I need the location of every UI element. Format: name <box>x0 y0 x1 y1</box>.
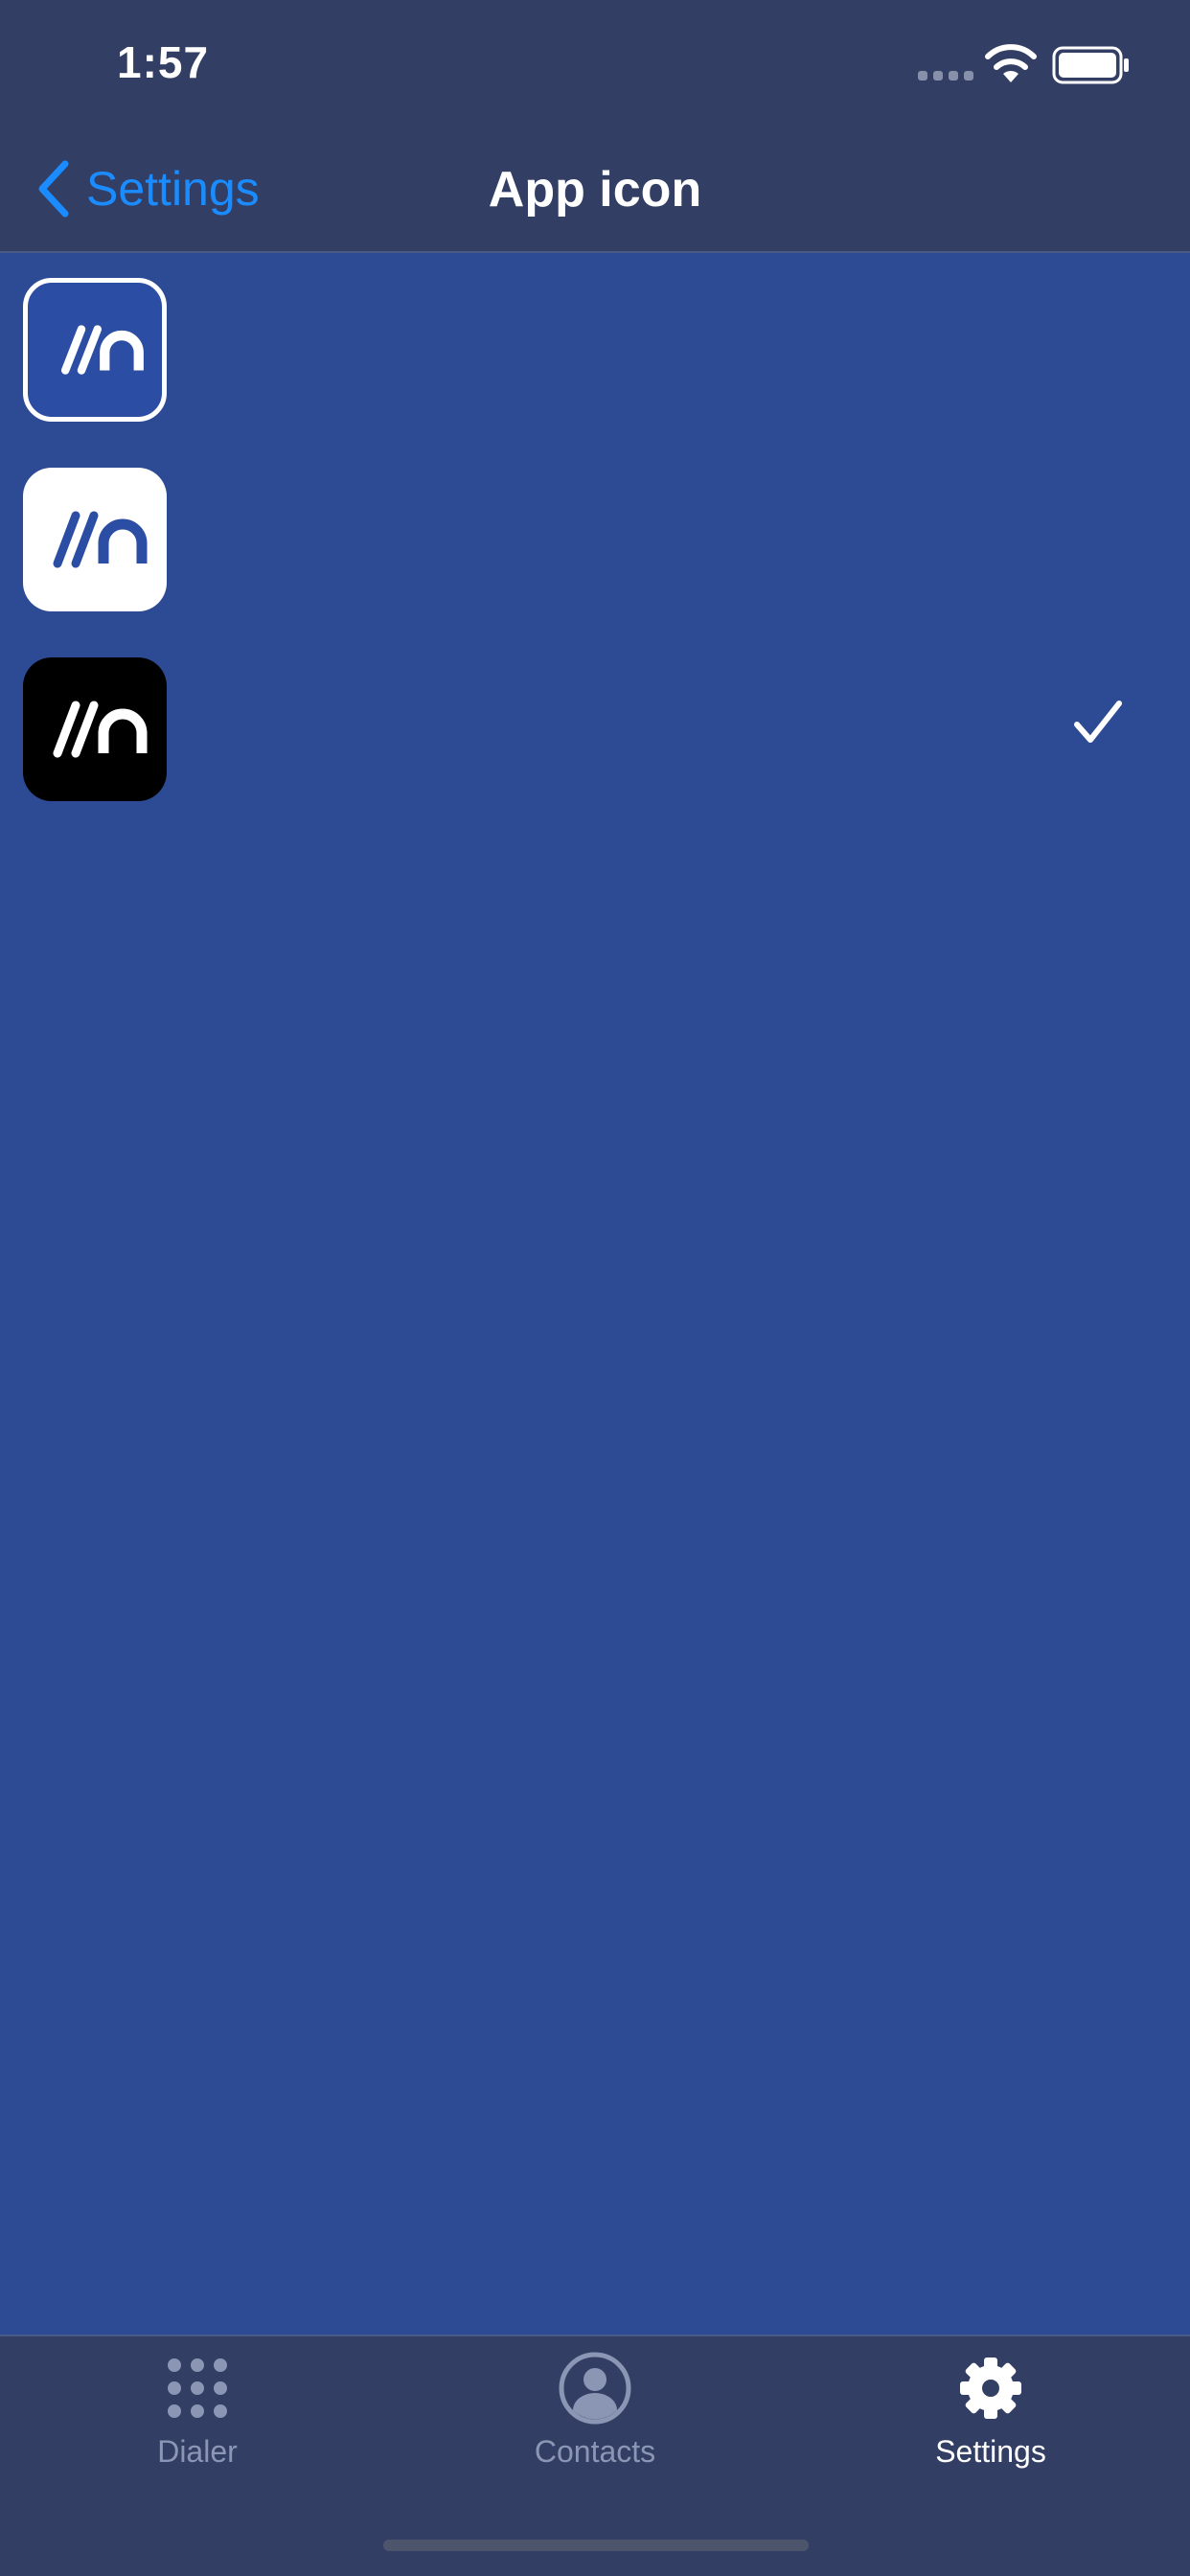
tab-contacts[interactable]: Contacts <box>451 2350 739 2484</box>
back-button-label: Settings <box>86 162 260 216</box>
status-bar: 1:57 <box>0 0 1190 125</box>
tab-dialer[interactable]: Dialer <box>54 2350 341 2484</box>
tab-contacts-label: Contacts <box>534 2434 656 2469</box>
cellular-signal-icon <box>918 71 973 80</box>
status-time: 1:57 <box>117 37 210 87</box>
app-icon-option-blue[interactable] <box>0 253 1190 443</box>
navigation-bar: Settings App icon <box>0 125 1190 253</box>
person-circle-icon <box>559 2352 631 2425</box>
app-logo-blue-icon <box>23 278 167 422</box>
home-indicator[interactable] <box>383 2540 809 2551</box>
app-icon-list <box>0 253 1190 822</box>
tab-settings-label: Settings <box>935 2434 1046 2469</box>
app-logo-white-icon <box>23 468 167 611</box>
dialpad-grid-icon <box>168 2358 227 2418</box>
battery-icon <box>1052 46 1129 84</box>
checkmark-icon <box>1074 701 1122 743</box>
tab-dialer-label: Dialer <box>157 2434 238 2469</box>
tab-bar: Dialer Contacts Settings <box>0 2334 1190 2576</box>
app-icon-option-white[interactable] <box>0 443 1190 632</box>
back-button[interactable]: Settings <box>34 155 260 222</box>
app-logo-black-icon <box>23 657 167 801</box>
app-icon-option-black[interactable] <box>0 632 1190 822</box>
tab-settings[interactable]: Settings <box>847 2350 1134 2484</box>
gear-icon <box>960 2358 1021 2419</box>
chevron-left-icon <box>38 160 69 218</box>
wifi-icon <box>985 44 1037 82</box>
